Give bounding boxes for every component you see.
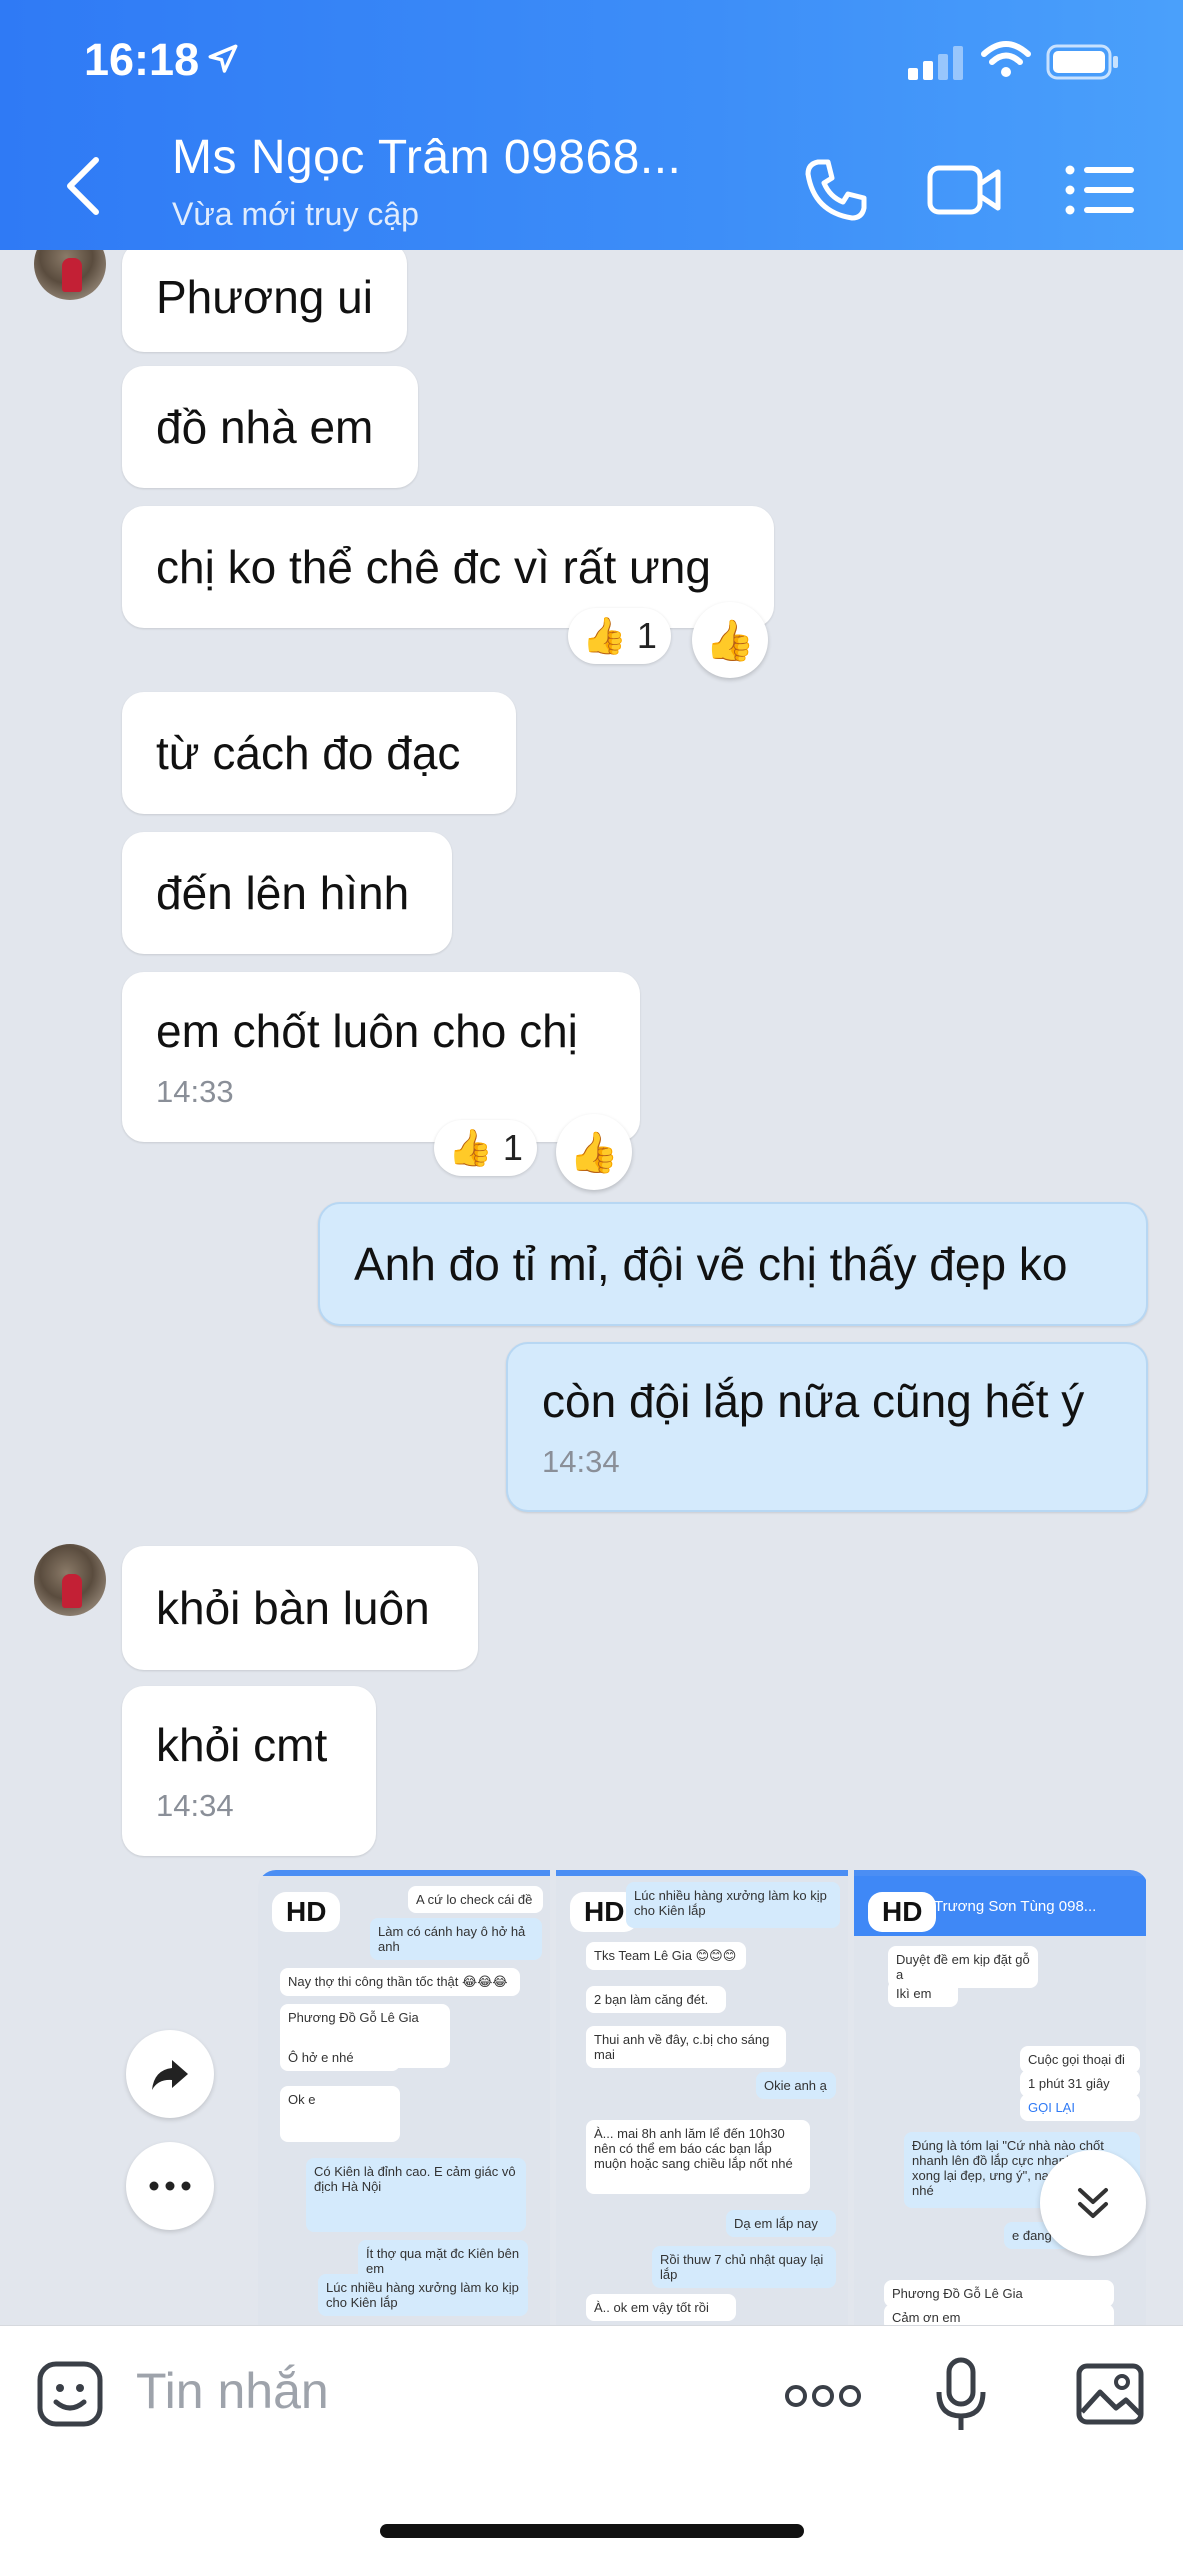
thumb-text: Lúc nhiều hàng xưởng làm ko kịp cho Kiên…: [318, 2274, 528, 2316]
contact-status: Vừa mới truy cập: [172, 196, 419, 232]
thumb-text: Nay thợ thi công thần tốc thật 😂😂😂: [280, 1968, 520, 1996]
thumb-text: Dạ em lắp nay: [726, 2210, 836, 2237]
thumbs-up-icon: 👍: [569, 1130, 619, 1175]
home-indicator: [380, 2524, 804, 2538]
message-bubble[interactable]: Phương ui: [122, 250, 407, 352]
thumb-text: 2 bạn làm căng đét.: [586, 1986, 726, 2013]
reaction-count: 1: [636, 615, 657, 656]
thumb-text: À.. ok em vậy tốt rồi: [586, 2294, 736, 2321]
status-time: 16:18: [84, 34, 200, 85]
thumb-text: Làm có cánh hay ô hở hả anh: [370, 1918, 542, 1960]
thumb-text: À... mai 8h anh lăm lể đến 10h30 nên có …: [586, 2120, 810, 2194]
battery-icon: [1046, 44, 1118, 80]
chat-header: 16:18 Ms Ngọc Trâm 09868... Vừa mới truy…: [0, 0, 1183, 250]
thumb-text: Trương Sơn Tùng 098...: [934, 1898, 1097, 1915]
like-button[interactable]: 👍: [556, 1114, 632, 1190]
like-button[interactable]: 👍: [692, 602, 768, 678]
image-gallery-icon[interactable]: [1074, 2358, 1146, 2430]
back-icon[interactable]: [56, 150, 116, 222]
message-composer: Tin nhắn: [0, 2325, 1183, 2561]
message-bubble[interactable]: chị ko thể chê đc vì rất ưng: [122, 506, 774, 628]
chat-area[interactable]: Phương ui đồ nhà em chị ko thể chê đc vì…: [0, 250, 1183, 2325]
message-time: 14:34: [156, 1788, 234, 1823]
hd-badge: HD: [868, 1892, 937, 1932]
thumb-text: Phương Đồ Gỗ Lê Gia: [884, 2280, 1114, 2307]
message-bubble[interactable]: đồ nhà em: [122, 366, 418, 488]
menu-list-icon[interactable]: [1060, 150, 1140, 230]
hd-badge: HD: [272, 1892, 341, 1932]
message-time: 14:33: [156, 1074, 234, 1109]
image-thumbnail[interactable]: HD Trương Sơn Tùng 098... Duyệt đề em kị…: [854, 1870, 1146, 2325]
message-input[interactable]: Tin nhắn: [136, 2362, 329, 2420]
thumb-text: Cuộc gọi thoại đi: [1020, 2046, 1140, 2073]
image-album[interactable]: HD A cứ lo check cái đề Làm có cánh hay …: [258, 1870, 1148, 2325]
more-options-icon[interactable]: [784, 2384, 862, 2408]
contact-avatar[interactable]: [34, 1544, 106, 1616]
thumb-text: Lúc nhiều hàng xưởng làm ko kịp cho Kiên…: [626, 1882, 840, 1928]
thumb-text: Thui anh về đây, c.bị cho sáng mai: [586, 2026, 786, 2068]
thumb-text: Cảm ơn em: [884, 2304, 1114, 2325]
message-bubble[interactable]: khỏi bàn luôn: [122, 1546, 478, 1670]
scroll-to-bottom-button[interactable]: [1040, 2150, 1146, 2256]
sent-message-bubble[interactable]: Anh đo tỉ mỉ, đội vẽ chị thấy đẹp ko: [318, 1202, 1148, 1326]
forward-button[interactable]: [126, 2030, 214, 2118]
reaction-summary[interactable]: 👍 1: [434, 1120, 537, 1176]
reaction-summary[interactable]: 👍 1: [568, 608, 671, 664]
thumb-text: Rồi thuw 7 chủ nhật quay lại lắp: [652, 2246, 836, 2288]
video-call-icon[interactable]: [924, 150, 1004, 230]
image-thumbnail[interactable]: HD Lúc nhiều hàng xưởng làm ko kịp cho K…: [556, 1870, 848, 2325]
forward-icon: [152, 2060, 188, 2090]
wifi-icon: [981, 41, 1031, 77]
thumb-text: Ok e: [280, 2086, 400, 2142]
location-arrow-icon: [208, 44, 238, 73]
message-text: từ cách đo đạc: [156, 727, 461, 779]
sent-message-bubble[interactable]: còn đội lắp nữa cũng hết ý 14:34: [506, 1342, 1148, 1512]
message-text: đến lên hình: [156, 867, 410, 919]
message-text: Phương ui: [156, 271, 373, 323]
microphone-icon[interactable]: [934, 2356, 988, 2436]
thumb-text: Ô hở e nhé: [280, 2044, 400, 2071]
message-bubble[interactable]: em chốt luôn cho chị 14:33: [122, 972, 640, 1142]
message-bubble[interactable]: từ cách đo đạc: [122, 692, 516, 814]
thumb-text: Tks Team Lê Gia 😊😊😊: [586, 1942, 746, 1970]
double-chevron-down-icon: [1078, 2188, 1108, 2218]
thumb-text: Có Kiên là đỉnh cao. E cảm giác vô địch …: [306, 2158, 526, 2232]
reaction-count: 1: [502, 1127, 523, 1168]
thumb-text: 1 phút 31 giây: [1020, 2070, 1140, 2097]
message-text: em chốt luôn cho chị: [156, 1005, 578, 1057]
message-text: đồ nhà em: [156, 401, 374, 453]
message-text: Anh đo tỉ mỉ, đội vẽ chị thấy đẹp ko: [354, 1238, 1068, 1290]
thumb-text: Ikì em: [888, 1980, 958, 2007]
message-bubble[interactable]: đến lên hình: [122, 832, 452, 954]
message-text: còn đội lắp nữa cũng hết ý: [542, 1375, 1085, 1427]
thumbs-up-icon: 👍: [582, 615, 627, 656]
message-text: khỏi bàn luôn: [156, 1582, 430, 1634]
message-time: 14:34: [542, 1444, 620, 1479]
more-options-button[interactable]: [126, 2142, 214, 2230]
phone-call-icon[interactable]: [796, 150, 876, 230]
message-bubble[interactable]: khỏi cmt 14:34: [122, 1686, 376, 1856]
message-text: khỏi cmt: [156, 1719, 328, 1771]
sticker-emoji-icon[interactable]: [34, 2358, 106, 2430]
thumb-text: A cứ lo check cái đề: [408, 1886, 543, 1913]
thumbs-up-icon: 👍: [448, 1127, 493, 1168]
message-text: chị ko thể chê đc vì rất ưng: [156, 541, 711, 593]
contact-name[interactable]: Ms Ngọc Trâm 09868...: [172, 130, 681, 185]
signal-icon: [908, 46, 963, 80]
image-thumbnail[interactable]: HD A cứ lo check cái đề Làm có cánh hay …: [258, 1870, 550, 2325]
thumb-text: GỌI LẠI: [1020, 2094, 1140, 2121]
contact-avatar[interactable]: [34, 250, 106, 300]
thumb-text: Okie anh ạ: [756, 2072, 836, 2099]
more-dots-icon: [149, 2181, 191, 2191]
thumbs-up-icon: 👍: [705, 618, 755, 663]
